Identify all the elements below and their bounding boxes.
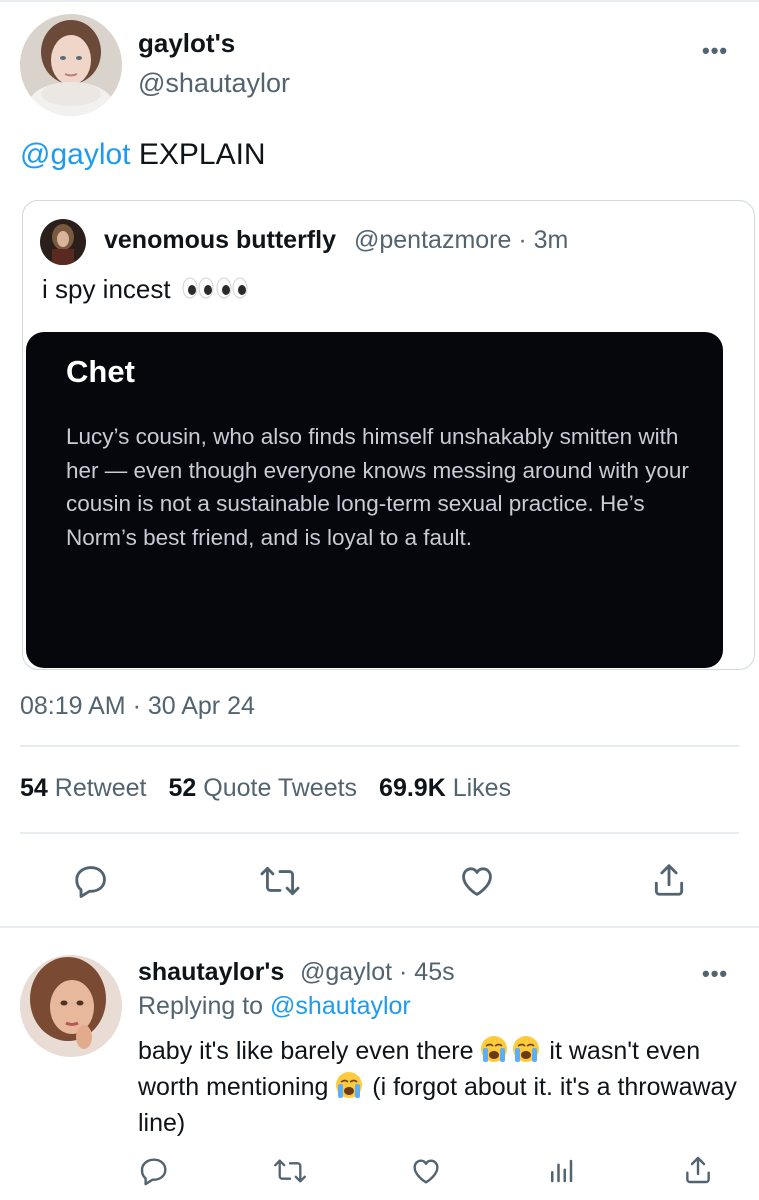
likes-stat[interactable]: 69.9K Likes xyxy=(379,774,511,802)
quoted-author-meta: @pentazmore · 3m xyxy=(354,226,569,254)
reply-author-name[interactable]: shautaylor's xyxy=(138,958,284,987)
quoted-tweet-text: i spy incest xyxy=(42,274,248,308)
quoted-tweet-text-body: i spy incest xyxy=(42,274,178,304)
eyes-emoji-icon xyxy=(182,275,248,308)
retweet-icon[interactable] xyxy=(272,1155,308,1192)
replying-to: Replying to @shautaylor xyxy=(138,992,411,1021)
retweets-stat[interactable]: 54 Retweet xyxy=(20,774,146,802)
retweets-label: Retweet xyxy=(54,774,147,802)
reply-text-part-1: baby it's like barely even there xyxy=(138,1037,481,1065)
reply-more-options-icon[interactable]: ••• xyxy=(702,963,728,985)
quoted-author-name[interactable]: venomous butterfly xyxy=(104,226,336,255)
quote-tweets-label: Quote Tweets xyxy=(203,774,358,802)
mention-link[interactable]: @gaylot xyxy=(20,138,131,171)
author-avatar[interactable] xyxy=(20,14,122,116)
divider xyxy=(20,832,739,834)
quoted-tweet-image[interactable]: Chet Lucy’s cousin, who also finds himse… xyxy=(26,332,723,668)
image-title: Chet xyxy=(66,354,135,389)
likes-count: 69.9K xyxy=(379,774,446,802)
tweet-timestamp[interactable]: 08:19 AM · 30 Apr 24 xyxy=(20,692,255,721)
quoted-author-avatar[interactable] xyxy=(40,219,86,265)
share-icon[interactable] xyxy=(650,860,688,905)
image-body-text: Lucy’s cousin, who also finds himself un… xyxy=(66,424,689,550)
engagement-stats: 54 Retweet 52 Quote Tweets 69.9K Likes xyxy=(20,774,533,803)
tweet-text-body: EXPLAIN xyxy=(130,138,266,171)
loudly-crying-face-icon xyxy=(335,1071,365,1107)
retweets-count: 54 xyxy=(20,774,48,802)
more-options-icon[interactable]: ••• xyxy=(702,40,728,62)
likes-label: Likes xyxy=(452,774,512,802)
like-icon[interactable] xyxy=(457,862,497,905)
top-divider xyxy=(0,0,759,2)
share-icon[interactable] xyxy=(682,1153,714,1192)
reply-author-avatar[interactable] xyxy=(20,955,122,1057)
analytics-icon[interactable] xyxy=(546,1155,576,1192)
reply-author-meta: @gaylot · 45s xyxy=(300,958,455,986)
reply-icon[interactable] xyxy=(138,1155,170,1192)
reply-text: baby it's like barely even there it wasn… xyxy=(138,1035,738,1139)
replying-to-link[interactable]: @shautaylor xyxy=(270,992,411,1020)
author-display-name[interactable]: gaylot's xyxy=(138,28,235,59)
reply-icon[interactable] xyxy=(72,862,110,905)
replying-to-prefix: Replying to xyxy=(138,992,271,1020)
loudly-crying-face-icon xyxy=(480,1035,542,1071)
tweet-text: @gaylot EXPLAIN xyxy=(20,138,266,172)
section-separator xyxy=(0,926,759,928)
author-handle[interactable]: @shautaylor xyxy=(138,68,290,99)
retweet-icon[interactable] xyxy=(258,862,302,905)
divider xyxy=(20,745,739,747)
like-icon[interactable] xyxy=(410,1155,442,1192)
quote-tweets-stat[interactable]: 52 Quote Tweets xyxy=(168,774,357,802)
quote-tweets-count: 52 xyxy=(168,774,197,802)
